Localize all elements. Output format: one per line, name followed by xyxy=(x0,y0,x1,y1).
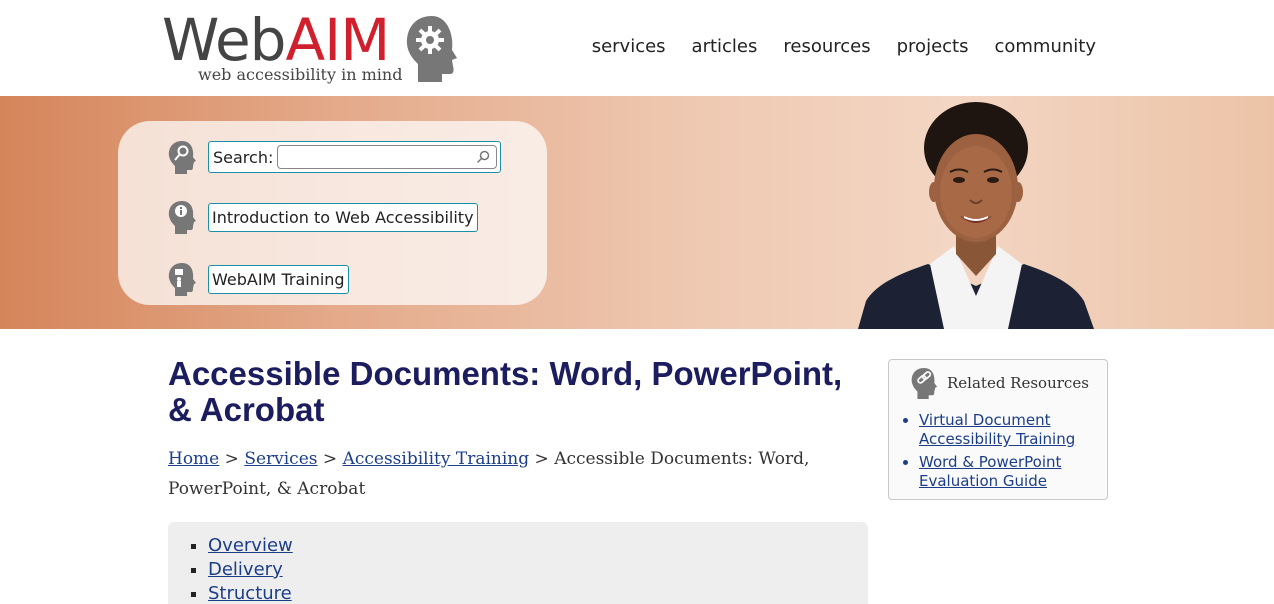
intro-accessibility-link[interactable]: Introduction to Web Accessibility xyxy=(208,202,478,232)
logo-wordmark: WebAIM xyxy=(162,6,390,74)
nav-resources[interactable]: resources xyxy=(783,36,870,57)
link-head-icon xyxy=(911,368,938,399)
page-title: Accessible Documents: Word, PowerPoint, … xyxy=(168,355,843,428)
virtual-document-training-link[interactable]: Virtual Document Accessibility Training xyxy=(919,411,1075,448)
nav-articles[interactable]: articles xyxy=(692,36,758,57)
toc-overview-link[interactable]: Overview xyxy=(208,535,293,556)
breadcrumb-separator: > xyxy=(317,449,343,469)
logo-tagline: web accessibility in mind xyxy=(198,65,403,84)
list-item: Structure xyxy=(208,582,868,604)
breadcrumb-separator: > xyxy=(529,449,555,469)
related-resources-heading: Related Resources xyxy=(947,374,1089,392)
breadcrumb: Home > Services > Accessibility Training… xyxy=(168,444,868,504)
related-resources-box: Related Resources Virtual Document Acces… xyxy=(888,359,1108,500)
word-powerpoint-guide-link[interactable]: Word & PowerPoint Evaluation Guide xyxy=(919,453,1061,490)
toc-structure-link[interactable]: Structure xyxy=(208,583,292,604)
list-item: Overview xyxy=(208,534,868,558)
list-item: Delivery xyxy=(208,558,868,582)
training-head-icon xyxy=(168,263,196,296)
main-nav: services articles resources projects com… xyxy=(592,36,1096,57)
info-head-icon xyxy=(168,201,196,234)
search-label: Search: xyxy=(213,147,274,167)
intro-row: Introduction to Web Accessibility xyxy=(166,199,478,235)
site-header: WebAIM web accessibility in mind service… xyxy=(0,0,1274,96)
search-head-icon xyxy=(168,141,196,174)
breadcrumb-home[interactable]: Home xyxy=(168,449,219,469)
magnifier-icon[interactable] xyxy=(476,150,490,164)
search-input[interactable] xyxy=(277,145,498,169)
toc-delivery-link[interactable]: Delivery xyxy=(208,559,283,580)
nav-community[interactable]: community xyxy=(994,36,1096,57)
head-gear-icon xyxy=(406,16,457,82)
logo-aim-text: AIM xyxy=(285,6,390,74)
logo-web-text: Web xyxy=(162,6,286,74)
table-of-contents: Overview Delivery Structure xyxy=(168,522,868,604)
smiling-woman-photo xyxy=(858,102,1094,329)
search-form: Search: xyxy=(208,141,502,173)
training-row: WebAIM Training xyxy=(166,261,349,297)
related-resources-header: Related Resources xyxy=(909,366,1089,400)
nav-services[interactable]: services xyxy=(592,36,666,57)
webaim-logo[interactable]: WebAIM web accessibility in mind xyxy=(162,6,462,86)
hero-banner: Search: Introduction to Web Accessibilit… xyxy=(0,96,1274,329)
nav-projects[interactable]: projects xyxy=(897,36,969,57)
quick-links-panel: Search: Introduction to Web Accessibilit… xyxy=(118,121,547,305)
list-item: Virtual Document Accessibility Training xyxy=(919,411,1099,449)
breadcrumb-separator: > xyxy=(219,449,245,469)
webaim-training-link[interactable]: WebAIM Training xyxy=(208,264,349,294)
breadcrumb-services[interactable]: Services xyxy=(244,449,317,469)
list-item: Word & PowerPoint Evaluation Guide xyxy=(919,453,1099,491)
breadcrumb-accessibility-training[interactable]: Accessibility Training xyxy=(343,449,530,469)
search-row: Search: xyxy=(166,139,502,175)
